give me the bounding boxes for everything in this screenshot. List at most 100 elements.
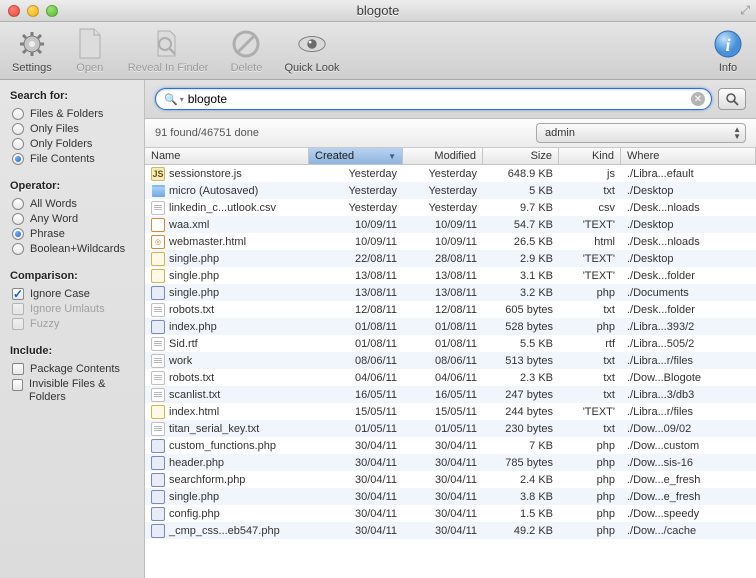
cell-where: ./Libra...r/files [621, 355, 756, 367]
resize-icon[interactable]: ⤢ [740, 3, 750, 18]
scope-dropdown[interactable]: admin ▲▼ [536, 123, 746, 143]
table-row[interactable]: custom_functions.php30/04/1130/04/117 KB… [145, 437, 756, 454]
package-contents-checkbox[interactable]: Package Contents [12, 363, 134, 375]
file-name-label: config.php [169, 508, 220, 520]
search-button[interactable] [718, 88, 746, 110]
cell-where: ./Desktop [621, 253, 756, 265]
table-row[interactable]: waa.xml10/09/1110/09/1154.7 KB'TEXT'./De… [145, 216, 756, 233]
table-row[interactable]: index.php01/08/1101/08/11528 bytesphp./L… [145, 318, 756, 335]
fuzzy-checkbox[interactable]: Fuzzy [12, 318, 134, 330]
cell-name: Sid.rtf [145, 337, 309, 351]
cell-size: 648.9 KB [483, 168, 559, 180]
search-for-file-contents[interactable]: File Contents [12, 153, 134, 165]
operator-phrase[interactable]: Phrase [12, 228, 134, 240]
column-modified-header[interactable]: Modified [403, 148, 483, 164]
table-row[interactable]: scanlist.txt16/05/1116/05/11247 bytestxt… [145, 386, 756, 403]
cell-modified: Yesterday [403, 202, 483, 214]
zoom-window-button[interactable] [46, 5, 58, 17]
info-button[interactable]: i Info [712, 28, 744, 74]
file-xml-icon [151, 218, 165, 232]
search-for-only-files[interactable]: Only Files [12, 123, 134, 135]
table-row[interactable]: robots.txt04/06/1104/06/112.3 KBtxt./Dow… [145, 369, 756, 386]
cell-created: 04/06/11 [309, 372, 403, 384]
table-row[interactable]: work08/06/1108/06/11513 bytestxt./Libra.… [145, 352, 756, 369]
magnifier-icon [725, 92, 739, 106]
cell-where: ./Dow...e_fresh [621, 474, 756, 486]
table-row[interactable]: single.php13/08/1113/08/113.2 KBphp./Doc… [145, 284, 756, 301]
table-row[interactable]: header.php30/04/1130/04/11785 bytesphp./… [145, 454, 756, 471]
cell-modified: Yesterday [403, 185, 483, 197]
cell-size: 49.2 KB [483, 525, 559, 537]
file-name-label: waa.xml [169, 219, 209, 231]
search-input[interactable] [188, 92, 691, 106]
operator-option-label: Any Word [30, 213, 78, 225]
column-where-header[interactable]: Where [621, 148, 756, 164]
column-kind-header[interactable]: Kind [559, 148, 621, 164]
chevron-down-icon[interactable]: ▾ [180, 95, 184, 104]
column-size-header[interactable]: Size [483, 148, 559, 164]
quicklook-button[interactable]: Quick Look [284, 28, 339, 74]
table-row[interactable]: single.php22/08/1128/08/112.9 KB'TEXT'./… [145, 250, 756, 267]
cell-name: robots.txt [145, 371, 309, 385]
file-name-label: single.php [169, 287, 219, 299]
cell-where: ./Dow.../cache [621, 525, 756, 537]
minimize-window-button[interactable] [27, 5, 39, 17]
ignore-umlauts-checkbox[interactable]: Ignore Umlauts [12, 303, 134, 315]
window-controls [0, 5, 58, 17]
cell-kind: txt [559, 355, 621, 367]
file-name-label: single.php [169, 491, 219, 503]
results-table[interactable]: JSsessionstore.jsYesterdayYesterday648.9… [145, 165, 756, 578]
table-row[interactable]: index.html15/05/1115/05/11244 bytes'TEXT… [145, 403, 756, 420]
ignore-case-label: Ignore Case [30, 288, 90, 300]
cell-kind: php [559, 508, 621, 520]
table-row[interactable]: titan_serial_key.txt01/05/1101/05/11230 … [145, 420, 756, 437]
comparison-label: Comparison: [10, 270, 134, 282]
search-for-only-folders[interactable]: Only Folders [12, 138, 134, 150]
cell-modified: 04/06/11 [403, 372, 483, 384]
column-kind-label: Kind [592, 150, 614, 162]
operator-any-word[interactable]: Any Word [12, 213, 134, 225]
svg-text:i: i [725, 35, 730, 55]
cell-size: 2.9 KB [483, 253, 559, 265]
radio-icon [12, 228, 24, 240]
table-row[interactable]: robots.txt12/08/1112/08/11605 bytestxt./… [145, 301, 756, 318]
settings-button[interactable]: Settings [12, 28, 52, 74]
file-name-label: micro (Autosaved) [169, 185, 258, 197]
table-row[interactable]: linkedin_c...utlook.csvYesterdayYesterda… [145, 199, 756, 216]
table-row[interactable]: Sid.rtf01/08/1101/08/115.5 KBrtf./Libra.… [145, 335, 756, 352]
clear-search-button[interactable]: ✕ [691, 92, 705, 106]
cell-size: 2.3 KB [483, 372, 559, 384]
invisible-files-checkbox[interactable]: Invisible Files & Folders [12, 378, 134, 404]
search-for-files-folders[interactable]: Files & Folders [12, 108, 134, 120]
table-row[interactable]: config.php30/04/1130/04/111.5 KBphp./Dow… [145, 505, 756, 522]
table-row[interactable]: single.php30/04/1130/04/113.8 KBphp./Dow… [145, 488, 756, 505]
operator-boolean-wildcards[interactable]: Boolean+Wildcards [12, 243, 134, 255]
file-name-label: searchform.php [169, 474, 245, 486]
search-field[interactable]: 🔍 ▾ ✕ [155, 88, 712, 110]
table-row[interactable]: micro (Autosaved)YesterdayYesterday5 KBt… [145, 182, 756, 199]
delete-button[interactable]: Delete [230, 28, 262, 74]
table-row[interactable]: single.php13/08/1113/08/113.1 KB'TEXT'./… [145, 267, 756, 284]
table-row[interactable]: JSsessionstore.jsYesterdayYesterday648.9… [145, 165, 756, 182]
settings-label: Settings [12, 62, 52, 74]
cell-created: 01/08/11 [309, 321, 403, 333]
ignore-case-checkbox[interactable]: Ignore Case [12, 288, 134, 300]
column-created-header[interactable]: Created▼ [309, 148, 403, 164]
cell-name: titan_serial_key.txt [145, 422, 309, 436]
cell-name: scanlist.txt [145, 388, 309, 402]
open-button[interactable]: Open [74, 28, 106, 74]
close-window-button[interactable] [8, 5, 20, 17]
cell-size: 605 bytes [483, 304, 559, 316]
info-icon: i [712, 28, 744, 60]
reveal-in-finder-button[interactable]: Reveal In Finder [128, 28, 209, 74]
cell-name: single.php [145, 286, 309, 300]
operator-all-words[interactable]: All Words [12, 198, 134, 210]
table-row[interactable]: searchform.php30/04/1130/04/112.4 KBphp.… [145, 471, 756, 488]
column-name-header[interactable]: Name [145, 148, 309, 164]
cell-kind: js [559, 168, 621, 180]
main-panel: 🔍 ▾ ✕ 91 found/46751 done admin ▲▼ Name … [145, 80, 756, 578]
table-row[interactable]: ◎webmaster.html10/09/1110/09/1126.5 KBht… [145, 233, 756, 250]
operator-label: Operator: [10, 180, 134, 192]
table-row[interactable]: _cmp_css...eb547.php30/04/1130/04/1149.2… [145, 522, 756, 539]
file-rtf-icon [151, 337, 165, 351]
